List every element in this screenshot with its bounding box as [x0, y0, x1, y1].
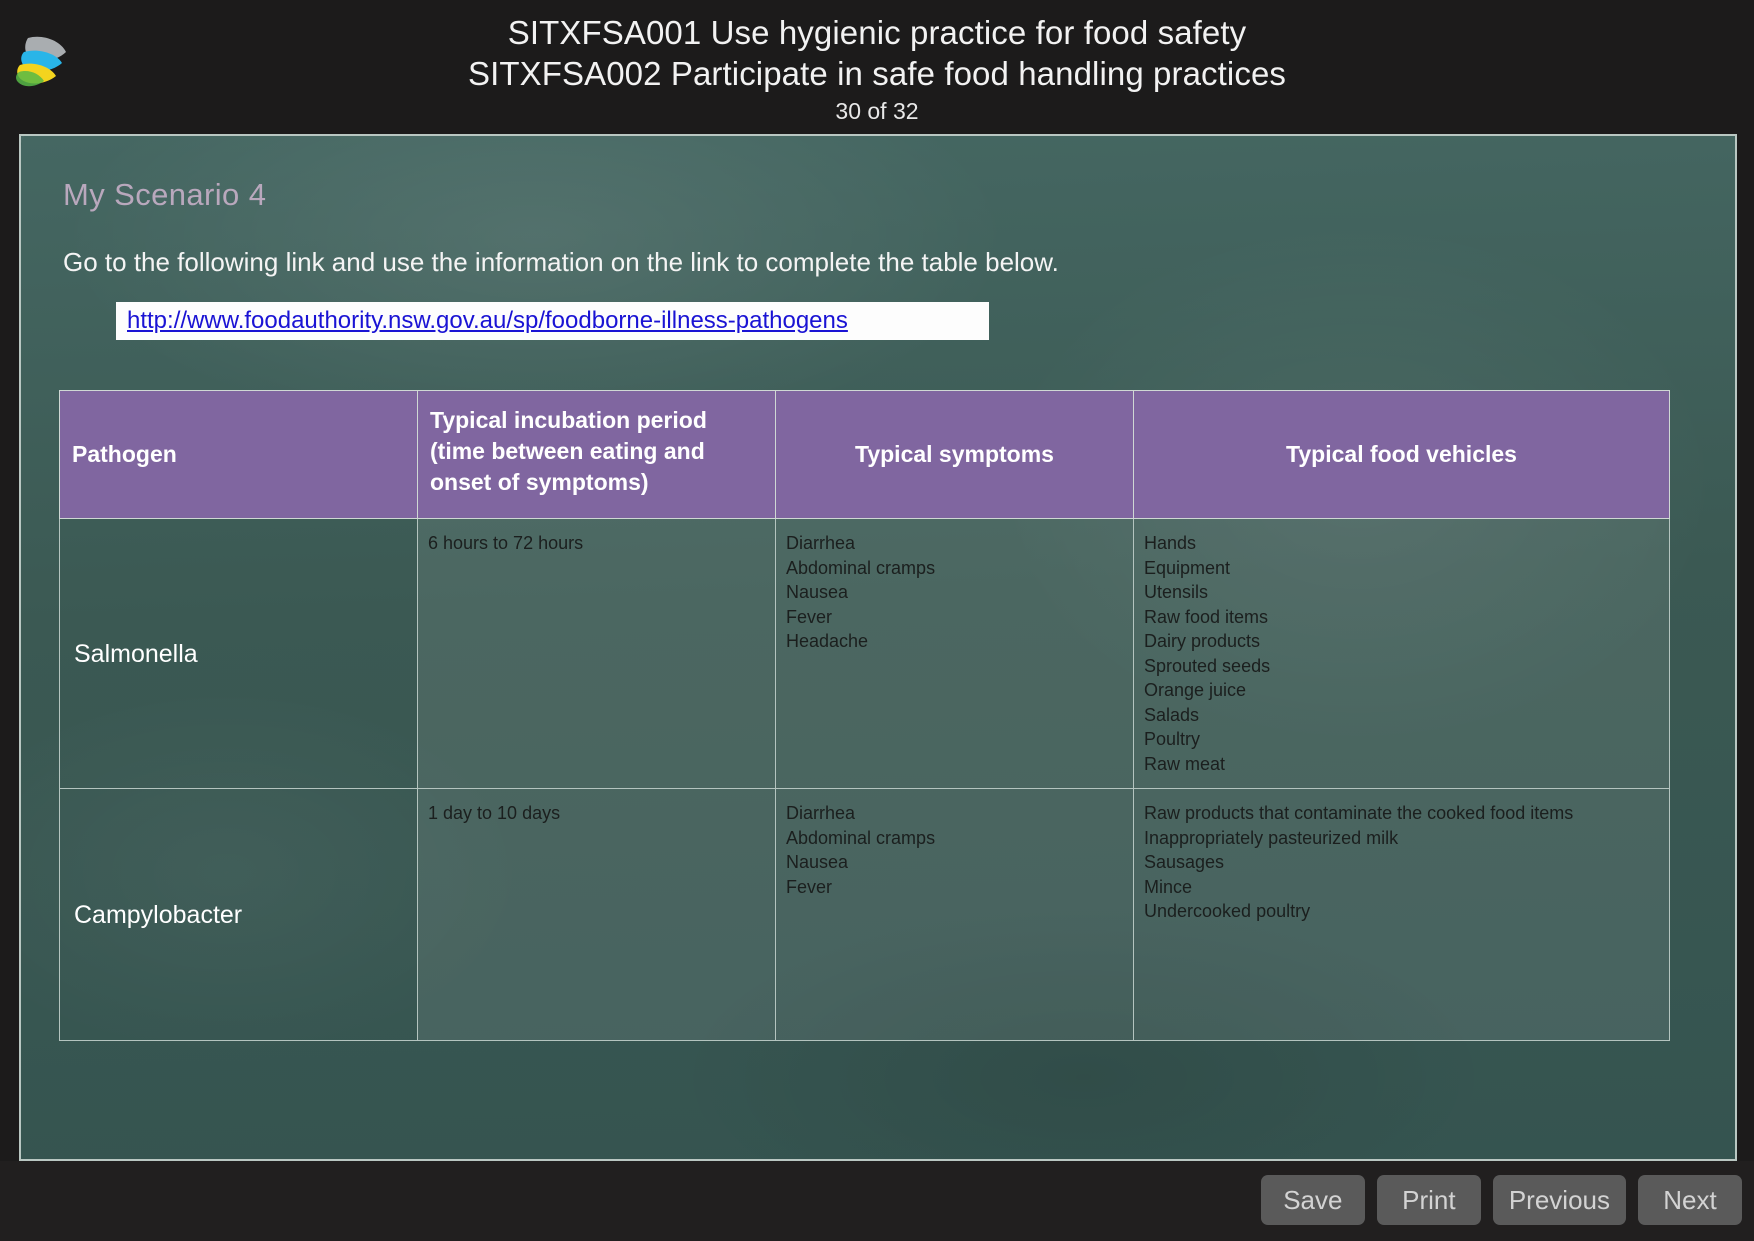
- symptoms-answer-text: Diarrhea Abdominal cramps Nausea Fever H…: [786, 533, 936, 651]
- vehicles-answer-field[interactable]: Hands Equipment Utensils Raw food items …: [1133, 518, 1670, 789]
- table-row: Salmonella 6 hours to 72 hours Diarrhea …: [59, 518, 1670, 789]
- incubation-header-line-1: Typical incubation period: [430, 407, 707, 433]
- incubation-answer-text: 1 day to 10 days: [428, 803, 561, 823]
- incubation-answer-field[interactable]: 1 day to 10 days: [417, 788, 776, 1041]
- symptoms-answer-text: Diarrhea Abdominal cramps Nausea Fever: [786, 803, 936, 897]
- symptoms-answer-field[interactable]: Diarrhea Abdominal cramps Nausea Fever: [775, 788, 1134, 1041]
- header-title-block: SITXFSA001 Use hygienic practice for foo…: [0, 0, 1754, 126]
- vehicles-answer-field[interactable]: Raw products that contaminate the cooked…: [1133, 788, 1670, 1041]
- symptoms-answer-field[interactable]: Diarrhea Abdominal cramps Nausea Fever H…: [775, 518, 1134, 789]
- vehicles-answer-text: Raw products that contaminate the cooked…: [1144, 803, 1574, 921]
- column-header-pathogen: Pathogen: [59, 390, 418, 519]
- pathogen-name: Campylobacter: [74, 900, 243, 929]
- page-footer: Save Print Previous Next: [0, 1161, 1754, 1241]
- next-button[interactable]: Next: [1638, 1175, 1742, 1225]
- table-header-row: Pathogen Typical incubation period (time…: [59, 390, 1670, 519]
- previous-button[interactable]: Previous: [1492, 1175, 1626, 1225]
- table-row: Campylobacter 1 day to 10 days Diarrhea …: [59, 788, 1670, 1041]
- page-header: SITXFSA001 Use hygienic practice for foo…: [0, 0, 1754, 128]
- pathogen-cell: Campylobacter: [59, 788, 418, 1041]
- column-header-vehicles: Typical food vehicles: [1133, 390, 1670, 519]
- instruction-text: Go to the following link and use the inf…: [63, 247, 1059, 277]
- pathogen-name: Salmonella: [74, 639, 198, 668]
- application-window: SITXFSA001 Use hygienic practice for foo…: [0, 0, 1754, 1241]
- vehicles-answer-text: Hands Equipment Utensils Raw food items …: [1144, 533, 1271, 774]
- incubation-answer-field[interactable]: 6 hours to 72 hours: [417, 518, 776, 789]
- link-field[interactable]: http://www.foodauthority.nsw.gov.au/sp/f…: [116, 302, 989, 340]
- page-counter: 30 of 32: [835, 98, 919, 124]
- incubation-header-line-2: (time between eating and: [430, 438, 705, 464]
- unit-title-line-1: SITXFSA001 Use hygienic practice for foo…: [507, 14, 1247, 51]
- save-button[interactable]: Save: [1260, 1175, 1365, 1225]
- unit-title-line-2: SITXFSA002 Participate in safe food hand…: [467, 55, 1287, 92]
- foodauthority-link[interactable]: http://www.foodauthority.nsw.gov.au/sp/f…: [127, 306, 848, 336]
- content-panel: My Scenario 4 Go to the following link a…: [19, 134, 1737, 1161]
- scenario-title: My Scenario 4: [63, 177, 267, 212]
- column-header-symptoms: Typical symptoms: [775, 390, 1134, 519]
- footer-button-row: Save Print Previous Next: [1260, 1175, 1742, 1225]
- pathogen-table: Pathogen Typical incubation period (time…: [59, 390, 1670, 1041]
- pathogen-cell: Salmonella: [59, 518, 418, 789]
- incubation-header-line-3: onset of symptoms): [430, 469, 649, 495]
- column-header-incubation: Typical incubation period (time between …: [417, 390, 776, 519]
- incubation-answer-text: 6 hours to 72 hours: [428, 533, 584, 553]
- print-button[interactable]: Print: [1376, 1175, 1481, 1225]
